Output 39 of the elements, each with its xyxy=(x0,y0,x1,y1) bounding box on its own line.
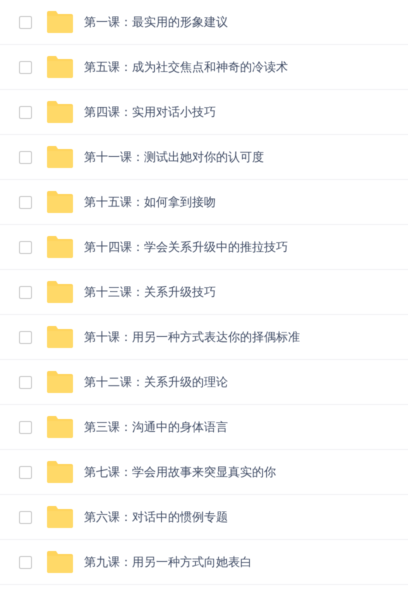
checkbox[interactable] xyxy=(19,466,32,478)
checkbox[interactable] xyxy=(19,286,32,298)
checkbox[interactable] xyxy=(19,420,32,434)
folder-icon xyxy=(46,281,73,303)
checkbox[interactable] xyxy=(19,240,32,254)
folder-icon xyxy=(46,146,73,168)
folder-name[interactable]: 第九课：用另一种方式向她表白 xyxy=(84,554,252,570)
folder-icon xyxy=(46,461,73,483)
checkbox[interactable] xyxy=(19,150,32,164)
folder-name[interactable]: 第七课：学会用故事来突显真实的你 xyxy=(84,464,276,480)
checkbox[interactable] xyxy=(19,510,32,524)
checkbox[interactable] xyxy=(19,196,32,208)
folder-icon xyxy=(46,506,73,528)
folder-name[interactable]: 第十四课：学会关系升级中的推拉技巧 xyxy=(84,238,288,256)
folder-name[interactable]: 第十三课：关系升级技巧 xyxy=(84,284,216,300)
folder-icon xyxy=(46,236,73,258)
folder-name[interactable]: 第十课：用另一种方式表达你的择偶标准 xyxy=(84,328,300,346)
folder-icon xyxy=(46,101,73,123)
folder-name[interactable]: 第十二课：关系升级的理论 xyxy=(84,374,228,390)
folder-icon xyxy=(46,371,73,393)
folder-name[interactable]: 第三课：沟通中的身体语言 xyxy=(84,418,228,436)
checkbox[interactable] xyxy=(19,376,32,388)
folder-name[interactable]: 第四课：实用对话小技巧 xyxy=(84,104,216,120)
folder-name[interactable]: 第五课：成为社交焦点和神奇的冷读术 xyxy=(84,58,288,76)
folder-icon xyxy=(46,56,73,78)
folder-name[interactable]: 第十五课：如何拿到接吻 xyxy=(84,194,216,210)
folder-name[interactable]: 第一课：最实用的形象建议 xyxy=(84,14,228,30)
checkbox[interactable] xyxy=(19,556,32,568)
folder-icon xyxy=(46,191,73,213)
folder-icon xyxy=(46,326,73,348)
checkbox[interactable] xyxy=(19,106,32,118)
checkbox[interactable] xyxy=(19,330,32,344)
folder-name[interactable]: 第十一课：测试出她对你的认可度 xyxy=(84,148,264,166)
folder-name[interactable]: 第六课：对话中的惯例专题 xyxy=(84,508,228,526)
checkbox[interactable] xyxy=(19,16,32,28)
folder-icon xyxy=(46,551,73,573)
folder-icon xyxy=(46,11,73,33)
folder-icon xyxy=(46,416,73,438)
checkbox[interactable] xyxy=(19,60,32,74)
